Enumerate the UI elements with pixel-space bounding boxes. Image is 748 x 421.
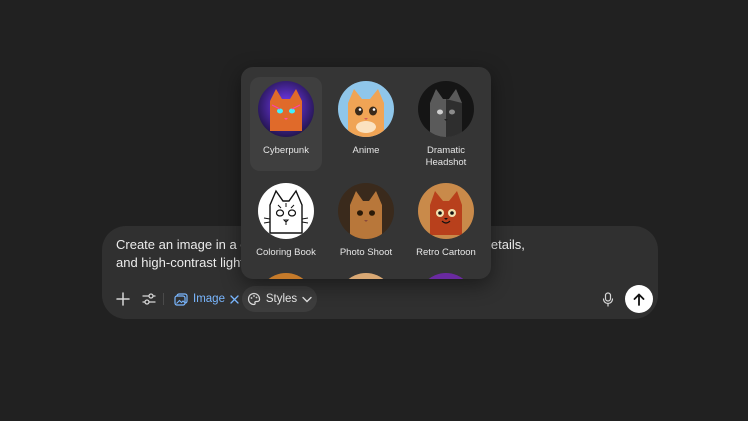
send-button[interactable] <box>625 285 653 313</box>
plus-icon <box>116 292 130 306</box>
cyberpunk-thumbnail <box>258 81 314 137</box>
style-option-partial <box>338 273 394 279</box>
style-option-retro-cartoon[interactable]: Retro Cartoon <box>410 179 482 259</box>
photo-shoot-thumbnail <box>338 183 394 239</box>
anime-thumbnail <box>338 81 394 137</box>
style-option-anime[interactable]: Anime <box>330 77 402 157</box>
style-label: Cyberpunk <box>263 145 309 156</box>
image-pill-label: Image <box>193 293 225 305</box>
palette-icon <box>247 292 260 306</box>
microphone-icon <box>602 291 614 307</box>
style-option-partial <box>418 273 474 279</box>
image-icon <box>174 292 188 306</box>
style-option-coloring-book[interactable]: Coloring Book <box>250 179 322 259</box>
style-label: Photo Shoot <box>339 247 393 258</box>
style-option-photo-shoot[interactable]: Photo Shoot <box>330 179 402 259</box>
style-label: Coloring Book <box>256 247 316 258</box>
add-button[interactable] <box>112 288 134 310</box>
sliders-icon <box>142 293 156 305</box>
voice-input-button[interactable] <box>597 288 619 310</box>
styles-label: Styles <box>265 293 298 305</box>
styles-popup: Cyberpunk Anime Dramatic Headshot Colori… <box>241 67 491 279</box>
prompt-line-1: Create an image in a cyb <box>116 237 261 252</box>
prompt-line-2: and high-contrast lightin <box>116 255 255 270</box>
style-option-dramatic-headshot[interactable]: Dramatic Headshot <box>410 77 482 169</box>
retro-cartoon-thumbnail <box>418 183 474 239</box>
tools-button[interactable] <box>138 288 160 310</box>
style-option-cyberpunk[interactable]: Cyberpunk <box>250 77 322 171</box>
composer-toolbar: Image Styles <box>102 285 658 313</box>
style-label: Anime <box>352 145 380 156</box>
image-mode-pill[interactable]: Image <box>168 286 245 312</box>
styles-button[interactable]: Styles <box>242 286 317 312</box>
coloring-book-thumbnail <box>258 183 314 239</box>
arrow-up-icon <box>633 293 645 306</box>
chevron-down-icon <box>302 296 312 302</box>
style-label: Dramatic Headshot <box>425 145 467 168</box>
style-option-partial <box>258 273 314 279</box>
toolbar-divider <box>163 293 164 305</box>
close-icon[interactable] <box>230 294 239 304</box>
style-label: Retro Cartoon <box>416 247 476 258</box>
dramatic-headshot-thumbnail <box>418 81 474 137</box>
